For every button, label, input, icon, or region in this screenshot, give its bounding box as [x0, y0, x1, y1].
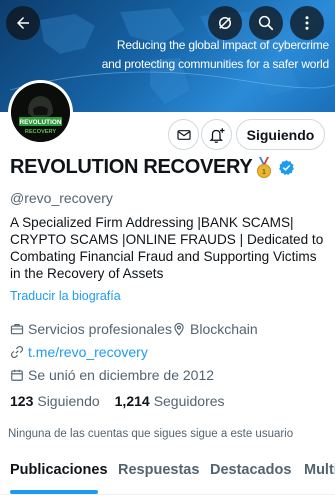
display-name-row: REVOLUTION RECOVERY 1: [10, 156, 295, 179]
briefcase-icon: [10, 322, 24, 336]
back-arrow-icon: [17, 17, 29, 29]
message-button[interactable]: [168, 119, 199, 150]
medal-icon: 1: [255, 156, 273, 179]
eye-slash-icon: [219, 17, 231, 29]
search-icon: [258, 15, 274, 31]
following-button[interactable]: Siguiendo: [236, 119, 325, 150]
tabs-divider: [0, 494, 335, 495]
calendar-icon: [10, 368, 24, 382]
bell-plus-icon: [208, 127, 224, 143]
avatar[interactable]: REVOLUTION RECOVERY: [8, 80, 73, 145]
tab-respuestas[interactable]: Respuestas: [118, 462, 199, 478]
location-pin-icon: [172, 322, 186, 336]
profile-bio: A Specialized Firm Addressing |BANK SCAM…: [10, 215, 324, 281]
followers-count: 1,214: [114, 393, 150, 409]
notifications-button[interactable]: [201, 119, 232, 150]
search-button[interactable]: [249, 6, 283, 40]
profile-location: Blockchain: [172, 321, 258, 337]
hide-button[interactable]: [208, 6, 242, 40]
profile-tabs: Publicaciones Respuestas Destacados Mult…: [0, 452, 335, 500]
svg-text:REVOLUTION: REVOLUTION: [20, 119, 62, 126]
joined-label: Se unió en diciembre de 2012: [28, 367, 215, 383]
tab-publicaciones[interactable]: Publicaciones: [10, 462, 108, 478]
profile-category: Servicios profesionales: [10, 321, 172, 337]
link-icon: [10, 345, 24, 359]
following-label: Siguiendo: [37, 393, 100, 409]
svg-text:RECOVERY: RECOVERY: [25, 129, 56, 135]
followers-label: Seguidores: [153, 393, 225, 409]
verified-badge-icon[interactable]: [278, 159, 295, 176]
translate-bio-link[interactable]: Traducir la biografía: [10, 289, 121, 303]
banner-tagline-line1: Reducing the global impact of cybercrime: [116, 38, 329, 52]
envelope-icon: [176, 129, 191, 140]
website-link[interactable]: t.me/revo_recovery: [28, 344, 148, 360]
mutual-followers-note: Ninguna de las cuentas que sigues sigue …: [8, 428, 294, 440]
banner-tagline-line2: and protecting communities for a safer w…: [101, 57, 330, 71]
user-handle: @revo_recovery: [10, 190, 113, 206]
avatar-image: REVOLUTION RECOVERY: [11, 83, 70, 142]
location-label: Blockchain: [190, 321, 258, 337]
follow-stats: 123 Siguiendo 1,214 Seguidores: [10, 393, 240, 409]
back-button[interactable]: [6, 6, 40, 40]
tab-destacados[interactable]: Destacados: [210, 462, 291, 478]
more-vertical-icon: [305, 16, 309, 30]
category-label: Servicios profesionales: [28, 321, 172, 337]
following-count: 123: [10, 393, 34, 409]
display-name: REVOLUTION RECOVERY: [10, 156, 253, 178]
followers-stat-link[interactable]: 1,214 Seguidores: [115, 393, 225, 409]
more-options-button[interactable]: [290, 6, 324, 40]
following-stat-link[interactable]: 123 Siguiendo: [10, 393, 100, 409]
profile-joined-date: Se unió en diciembre de 2012: [10, 367, 214, 383]
svg-text:1: 1: [263, 169, 267, 176]
profile-website[interactable]: t.me/revo_recovery: [10, 344, 148, 360]
tab-multimedia[interactable]: Multi: [304, 462, 335, 478]
